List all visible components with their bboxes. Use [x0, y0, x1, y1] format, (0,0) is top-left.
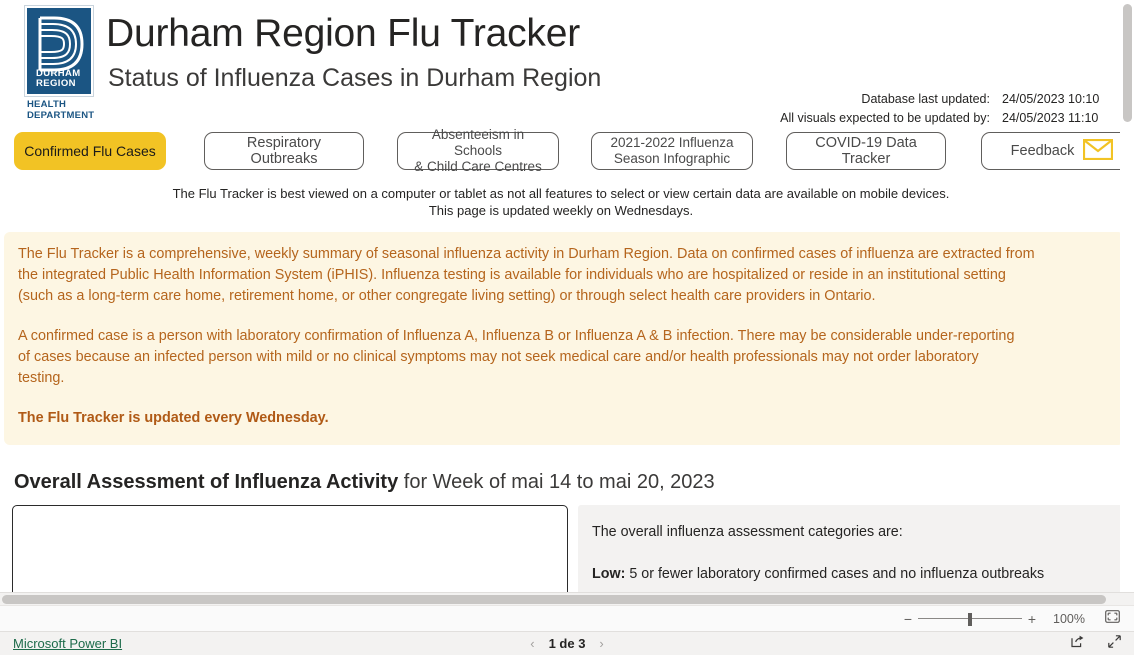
envelope-icon [1083, 138, 1114, 164]
page-indicator: 1 de 3 [548, 636, 586, 651]
viewing-notice: The Flu Tracker is best viewed on a comp… [0, 185, 1122, 219]
horizontal-scrollbar-thumb[interactable] [2, 595, 1106, 604]
nav-button-season-infographic-line-2: Season Infographic [613, 151, 731, 166]
page-subtitle: Status of Influenza Cases in Durham Regi… [108, 64, 602, 92]
overall-assessment-heading: Overall Assessment of Influenza Activity… [14, 471, 1122, 494]
report-nav-buttons: Confirmed Flu Cases Respiratory Outbreak… [0, 127, 1134, 182]
logo-mark: DURHAM REGION [24, 5, 94, 97]
microsoft-power-bi-link[interactable]: Microsoft Power BI [13, 636, 122, 651]
logo-wordmark: DURHAM REGION [36, 69, 81, 89]
description-p2-line-3: testing. [18, 370, 65, 386]
flu-tracker-description-panel: The Flu Tracker is a comprehensive, week… [4, 232, 1124, 445]
vertical-scrollbar[interactable] [1120, 0, 1134, 592]
next-page-button[interactable]: › [599, 636, 603, 651]
nav-button-respiratory-outbreaks[interactable]: Respiratory Outbreaks [204, 132, 364, 170]
nav-button-season-infographic[interactable]: 2021-2022 Influenza Season Infographic [591, 132, 753, 170]
nav-button-confirmed-flu-cases-label: Confirmed Flu Cases [24, 143, 156, 159]
logo-department: HEALTH DEPARTMENT [27, 99, 94, 121]
zoom-level-label: 100% [1053, 611, 1085, 626]
nav-button-absenteeism-label: Absenteeism in Schools & Child Care Cent… [406, 127, 550, 175]
database-last-updated-label: Database last updated: [861, 92, 990, 106]
nav-button-absenteeism-line-2: & Child Care Centres [414, 159, 542, 174]
assessment-categories-intro: The overall influenza assessment categor… [592, 524, 903, 540]
database-last-updated: Database last updated: 24/05/2023 10:10 [861, 92, 1108, 106]
visuals-updated-by-label: All visuals expected to be updated by: [780, 111, 990, 125]
visuals-updated-by-value: 24/05/2023 11:10 [1002, 111, 1099, 125]
durham-region-health-logo: DURHAM REGION HEALTH DEPARTMENT [24, 5, 94, 124]
durham-d-icon [38, 16, 84, 72]
update-schedule-note: The Flu Tracker is updated every Wednesd… [18, 410, 329, 426]
report-header: DURHAM REGION HEALTH DEPARTMENT Durham R… [0, 0, 1122, 132]
nav-button-absenteeism[interactable]: Absenteeism in Schools & Child Care Cent… [397, 127, 559, 174]
share-icon[interactable] [1070, 634, 1085, 654]
assessment-categories-card: The overall influenza assessment categor… [578, 505, 1123, 592]
page-navigation: ‹ 1 de 3 › [530, 636, 604, 651]
nav-button-absenteeism-line-1: Absenteeism in Schools [431, 127, 525, 158]
nav-button-season-infographic-line-1: 2021-2022 Influenza [610, 135, 734, 150]
overall-assessment-heading-rest: for Week of [398, 471, 512, 493]
description-paragraph-2: A confirmed case is a person with labora… [18, 326, 1124, 389]
horizontal-scrollbar[interactable] [0, 592, 1134, 605]
fit-to-page-icon[interactable] [1105, 609, 1120, 628]
description-p1-line-3: (such as a long-term care home, retireme… [18, 288, 876, 304]
logo-dept-line-2: DEPARTMENT [27, 110, 95, 121]
nav-button-covid-data-tracker-label: COVID-19 Data Tracker [815, 135, 917, 167]
assessment-panels: The overall influenza assessment categor… [0, 505, 1123, 592]
visuals-updated-by: All visuals expected to be updated by: 24… [780, 111, 1108, 125]
assessment-category-low-label: Low: [592, 566, 626, 582]
description-paragraph-1: The Flu Tracker is a comprehensive, week… [18, 244, 1124, 307]
nav-button-feedback[interactable]: Feedback [981, 132, 1134, 170]
page-title: Durham Region Flu Tracker [106, 12, 581, 55]
vertical-scrollbar-thumb[interactable] [1123, 4, 1132, 122]
logo-dept-line-1: HEALTH [27, 99, 67, 110]
description-p1-line-1: The Flu Tracker is a comprehensive, week… [18, 246, 1035, 262]
database-last-updated-value: 24/05/2023 10:10 [1002, 92, 1100, 106]
viewing-notice-line-1: The Flu Tracker is best viewed on a comp… [172, 186, 950, 201]
description-p2-line-2: of cases because an infected person with… [18, 349, 979, 365]
logo-line-2: REGION [36, 78, 76, 89]
zoom-slider-handle[interactable] [968, 612, 972, 626]
assessment-category-low: Low: 5 or fewer laboratory confirmed cas… [592, 563, 1105, 585]
fullscreen-icon[interactable] [1107, 634, 1122, 654]
description-p2-line-1: A confirmed case is a person with labora… [18, 328, 1015, 344]
zoom-slider[interactable] [918, 612, 1022, 626]
nav-button-covid-data-tracker[interactable]: COVID-19 Data Tracker [786, 132, 946, 170]
influenza-activity-chart[interactable] [12, 505, 568, 592]
nav-button-feedback-label: Feedback [1010, 143, 1075, 159]
footer-actions [1070, 634, 1122, 654]
zoom-in-button[interactable]: + [1025, 611, 1039, 627]
viewing-notice-line-2: This page is updated weekly on Wednesday… [428, 203, 694, 218]
nav-button-respiratory-outbreaks-label: Respiratory Outbreaks [246, 135, 322, 167]
overall-assessment-week-range: mai 14 to mai 20, 2023 [511, 471, 715, 493]
report-viewport: DURHAM REGION HEALTH DEPARTMENT Durham R… [0, 0, 1134, 592]
report-canvas: DURHAM REGION HEALTH DEPARTMENT Durham R… [0, 0, 1134, 592]
report-zoom-toolbar: − + 100% [0, 605, 1134, 632]
nav-button-confirmed-flu-cases[interactable]: Confirmed Flu Cases [14, 132, 166, 170]
power-bi-report-embed: DURHAM REGION HEALTH DEPARTMENT Durham R… [0, 0, 1134, 655]
nav-button-season-infographic-label: 2021-2022 Influenza Season Infographic [610, 135, 733, 167]
previous-page-button[interactable]: ‹ [530, 636, 534, 651]
description-p1-line-2: the integrated Public Health Information… [18, 267, 1006, 283]
zoom-out-button[interactable]: − [901, 611, 915, 627]
overall-assessment-heading-bold: Overall Assessment of Influenza Activity [14, 471, 399, 493]
assessment-category-low-text: 5 or fewer laboratory confirmed cases an… [625, 566, 1045, 582]
report-footer: Microsoft Power BI ‹ 1 de 3 › [0, 632, 1134, 655]
